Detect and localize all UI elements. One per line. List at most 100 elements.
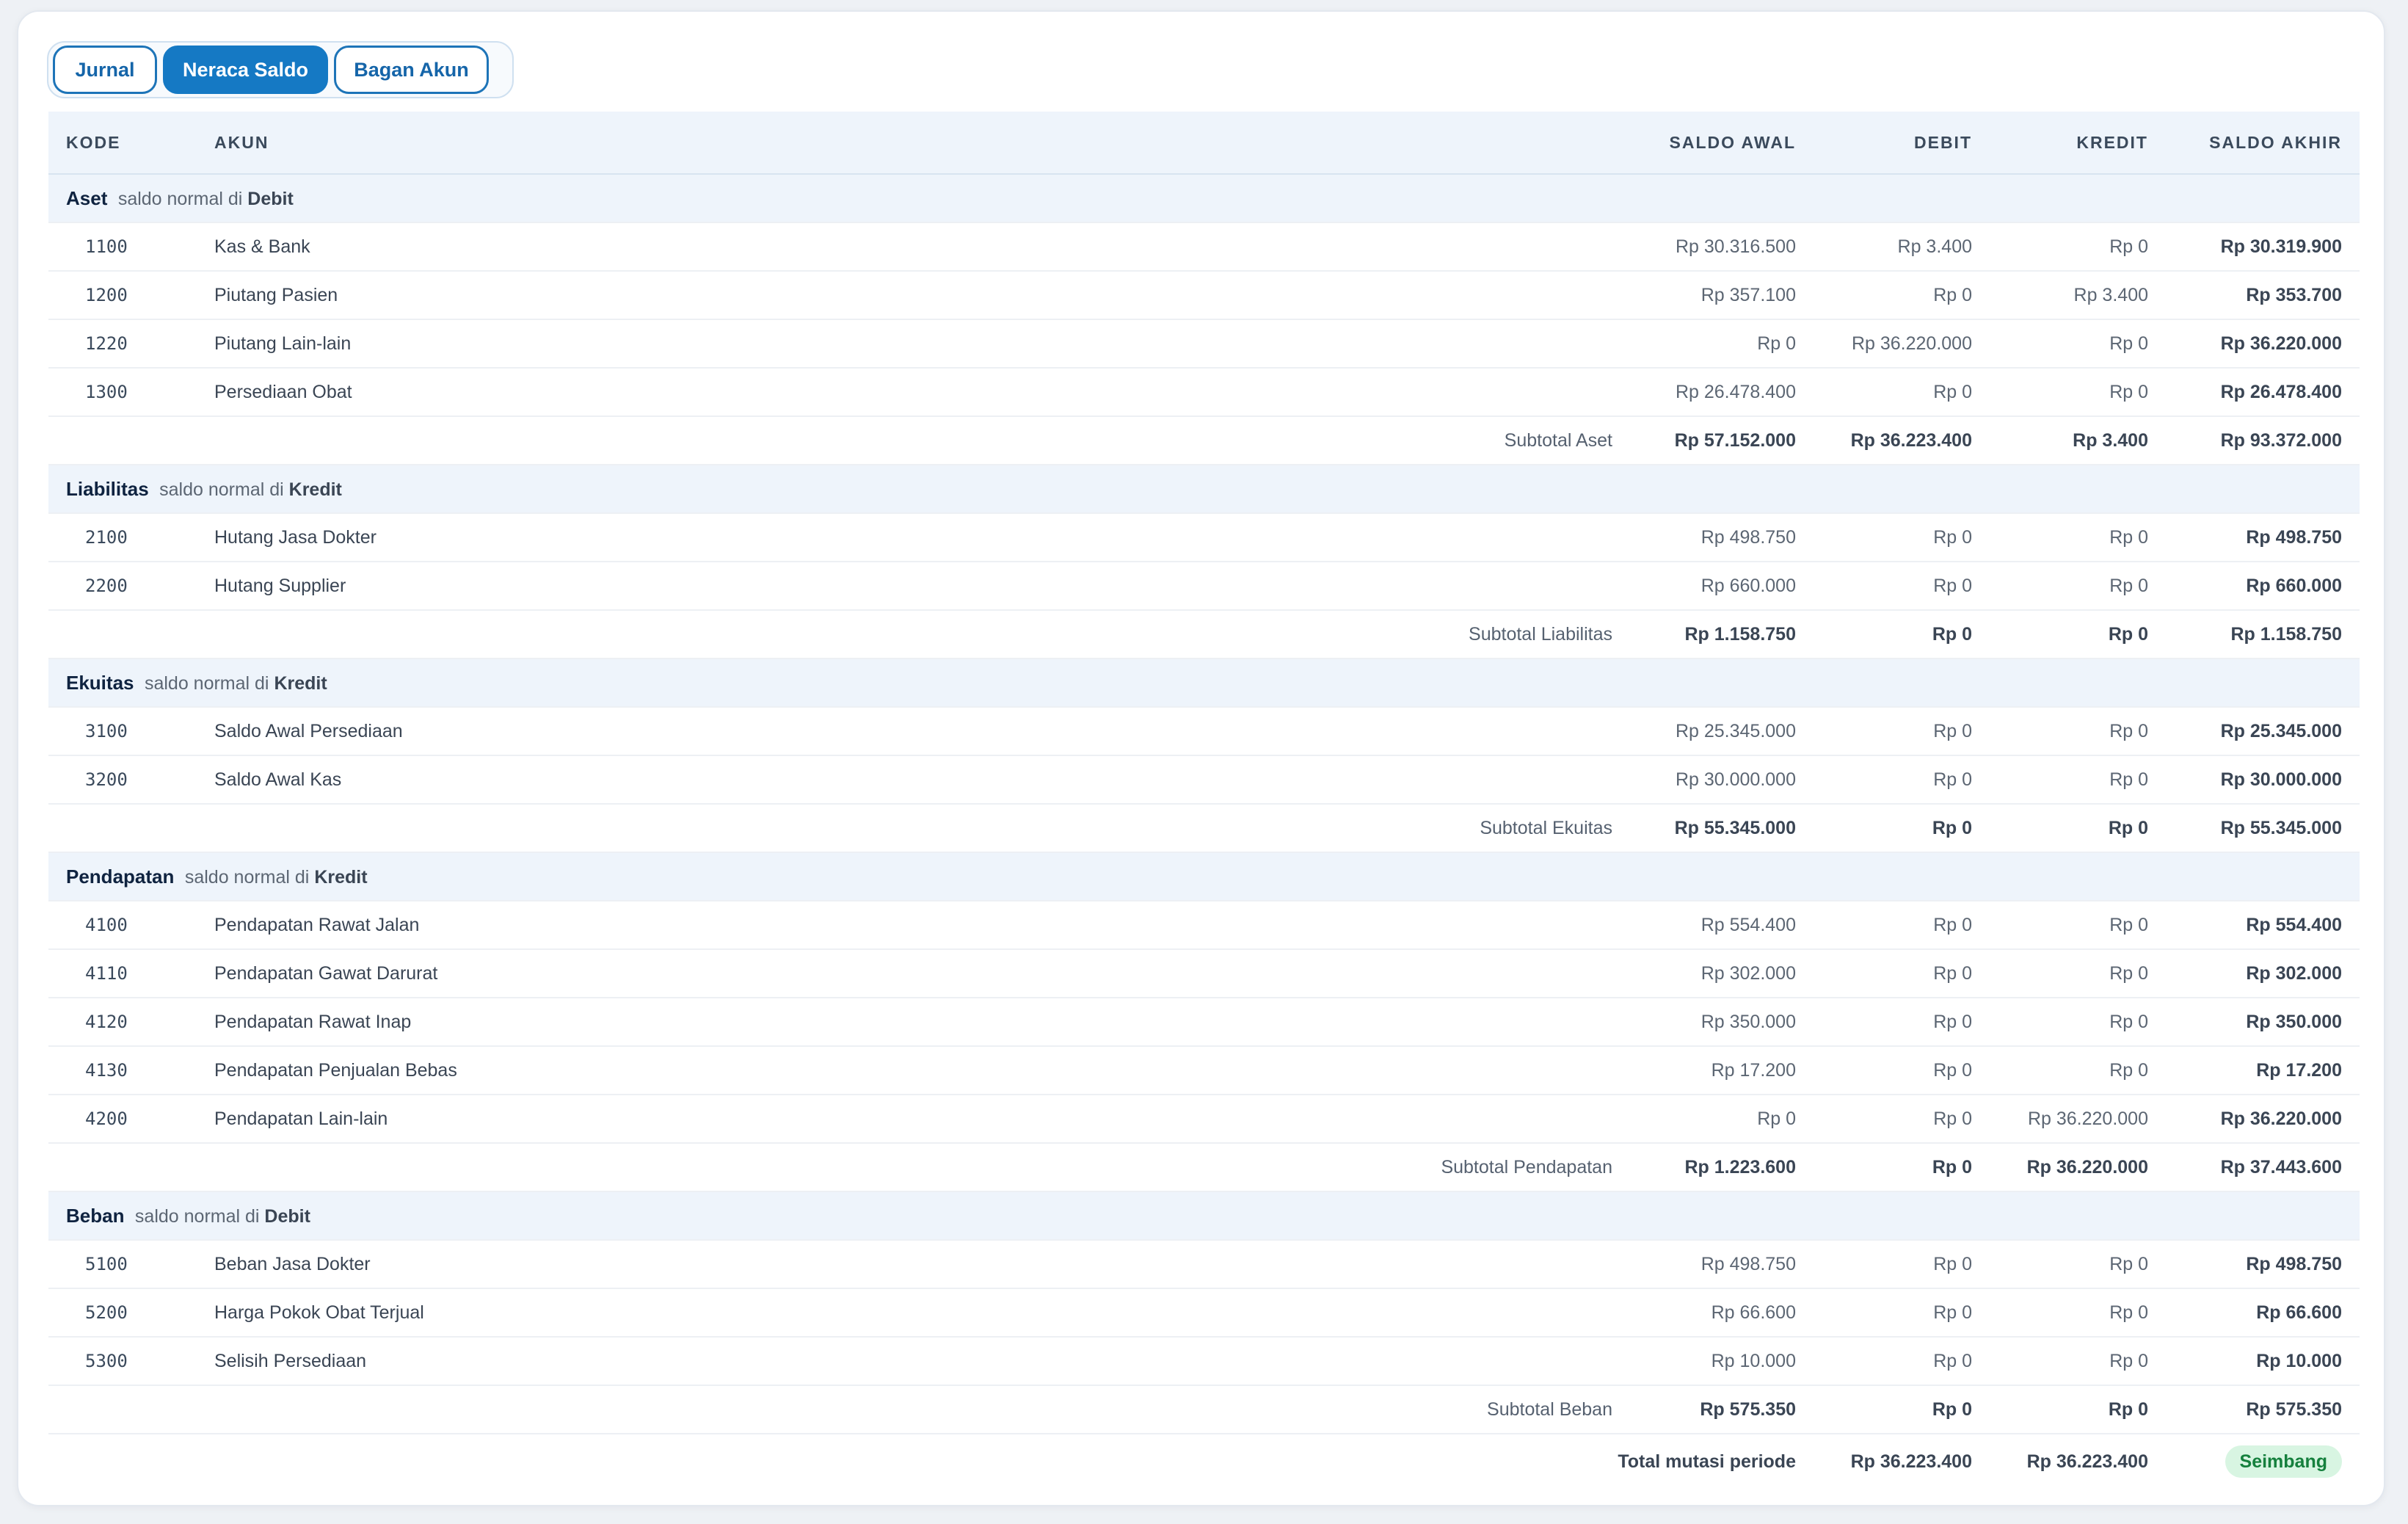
column-header-saldo-awal[interactable]: SALDO AWAL	[1670, 112, 1796, 173]
column-header-kredit[interactable]: KREDIT	[2076, 112, 2148, 173]
account-row[interactable]: 4200 Pendapatan Lain-lain Rp 0 Rp 0 Rp 36.22…	[48, 1095, 2360, 1144]
account-code: 4120	[85, 1012, 128, 1032]
account-row[interactable]: 4100 Pendapatan Rawat Jalan Rp 554.400 Rp 0…	[48, 901, 2360, 950]
kredit-cell: Rp 0	[2109, 576, 2148, 596]
group-name: Beban	[66, 1205, 125, 1227]
account-name: Saldo Awal Persediaan	[214, 721, 403, 741]
tab-neraca-saldo[interactable]: Neraca Saldo	[163, 46, 328, 94]
group-normal-note: saldo normal di Kredit	[145, 673, 327, 694]
account-name: Saldo Awal Kas	[214, 769, 342, 790]
kredit-cell: Rp 0	[2109, 1302, 2148, 1323]
normal-side: Debit	[264, 1206, 310, 1227]
group-header-row: Aset saldo normal di Debit	[48, 175, 2360, 223]
saldo-akhir-cell: Rp 350.000	[2246, 1012, 2342, 1032]
debit-cell: Rp 0	[1933, 1254, 1972, 1274]
saldo-akhir-cell: Rp 25.345.000	[2220, 721, 2342, 741]
saldo-akhir-cell: Rp 353.700	[2246, 285, 2342, 305]
table-body: Aset saldo normal di Debit 1100 Kas & Bank…	[48, 175, 2360, 1434]
total-label: Total mutasi periode	[1618, 1451, 1796, 1472]
group-normal-note: saldo normal di Kredit	[159, 479, 342, 500]
account-code: 4200	[85, 1108, 128, 1129]
debit-cell: Rp 0	[1933, 1060, 1972, 1081]
account-row[interactable]: 3100 Saldo Awal Persediaan Rp 25.345.000 Rp…	[48, 708, 2360, 756]
account-row[interactable]: 5300 Selisih Persediaan Rp 10.000 Rp 0 Rp 0 R…	[48, 1338, 2360, 1386]
kredit-cell: Rp 0	[2109, 1351, 2148, 1371]
kredit-cell: Rp 0	[2109, 236, 2148, 257]
subtotal-label: Subtotal Ekuitas	[1480, 818, 1612, 838]
account-name: Persediaan Obat	[214, 382, 352, 402]
debit-cell: Rp 3.400	[1897, 236, 1972, 257]
account-row[interactable]: 1100 Kas & Bank Rp 30.316.500 Rp 3.400 Rp 0 R…	[48, 223, 2360, 272]
account-name: Harga Pokok Obat Terjual	[214, 1302, 424, 1323]
account-name: Pendapatan Rawat Inap	[214, 1012, 412, 1032]
saldo-awal-cell: Rp 10.000	[1711, 1351, 1796, 1371]
group-name: Aset	[66, 187, 108, 209]
account-row[interactable]: 4130 Pendapatan Penjualan Bebas Rp 17.200 R…	[48, 1047, 2360, 1095]
kredit-cell: Rp 0	[2109, 915, 2148, 935]
group-name: Liabilitas	[66, 478, 149, 500]
account-code: 2200	[85, 576, 128, 596]
saldo-akhir-cell: Rp 30.000.000	[2220, 769, 2342, 790]
saldo-awal-cell: Rp 66.600	[1711, 1302, 1796, 1323]
tab-jurnal[interactable]: Jurnal	[53, 46, 157, 94]
account-row[interactable]: 4120 Pendapatan Rawat Inap Rp 350.000 Rp 0 R…	[48, 998, 2360, 1047]
account-row[interactable]: 1200 Piutang Pasien Rp 357.100 Rp 0 Rp 3.400…	[48, 272, 2360, 320]
saldo-akhir-cell: Rp 36.220.000	[2220, 333, 2342, 354]
kredit-cell: Rp 0	[2109, 527, 2148, 548]
subtotal-debit: Rp 0	[1932, 1399, 1972, 1420]
account-row[interactable]: 4110 Pendapatan Gawat Darurat Rp 302.000 Rp…	[48, 950, 2360, 998]
debit-cell: Rp 0	[1933, 1012, 1972, 1032]
account-row[interactable]: 2100 Hutang Jasa Dokter Rp 498.750 Rp 0 Rp 0…	[48, 514, 2360, 562]
group-header: Ekuitas saldo normal di Kredit	[66, 659, 327, 707]
subtotal-saldo-awal: Rp 55.345.000	[1674, 818, 1796, 838]
account-row[interactable]: 5100 Beban Jasa Dokter Rp 498.750 Rp 0 Rp 0 R…	[48, 1241, 2360, 1289]
saldo-awal-cell: Rp 17.200	[1711, 1060, 1796, 1081]
group-header-row: Ekuitas saldo normal di Kredit	[48, 659, 2360, 708]
kredit-cell: Rp 0	[2109, 1060, 2148, 1081]
debit-cell: Rp 0	[1933, 769, 1972, 790]
column-header-debit[interactable]: DEBIT	[1914, 112, 1972, 173]
subtotal-saldo-akhir: Rp 55.345.000	[2220, 818, 2342, 838]
account-name: Piutang Pasien	[214, 285, 338, 305]
kredit-cell: Rp 0	[2109, 1254, 2148, 1274]
kredit-cell: Rp 0	[2109, 382, 2148, 402]
normal-prefix: saldo normal di	[159, 479, 284, 500]
subtotal-row: Subtotal Liabilitas Rp 1.158.750 Rp 0 Rp 0 R…	[48, 611, 2360, 659]
normal-prefix: saldo normal di	[144, 673, 269, 694]
saldo-awal-cell: Rp 660.000	[1700, 576, 1796, 596]
total-kredit: Rp 36.223.400	[2026, 1451, 2148, 1472]
kredit-cell: Rp 3.400	[2073, 285, 2148, 305]
tab-bagan-akun[interactable]: Bagan Akun	[334, 46, 489, 94]
saldo-awal-cell: Rp 302.000	[1700, 963, 1796, 984]
account-code: 2100	[85, 527, 128, 548]
normal-prefix: saldo normal di	[184, 867, 310, 888]
normal-prefix: saldo normal di	[117, 189, 243, 209]
saldo-awal-cell: Rp 350.000	[1700, 1012, 1796, 1032]
debit-cell: Rp 0	[1933, 721, 1972, 741]
subtotal-saldo-awal: Rp 1.223.600	[1684, 1157, 1797, 1178]
saldo-akhir-cell: Rp 17.200	[2256, 1060, 2342, 1081]
column-header-akun[interactable]: AKUN	[214, 112, 269, 173]
account-name: Pendapatan Rawat Jalan	[214, 915, 420, 935]
account-row[interactable]: 5200 Harga Pokok Obat Terjual Rp 66.600 Rp …	[48, 1289, 2360, 1338]
normal-prefix: saldo normal di	[134, 1206, 260, 1227]
account-row[interactable]: 1220 Piutang Lain-lain Rp 0 Rp 36.220.000 Rp…	[48, 320, 2360, 369]
subtotal-row: Subtotal Aset Rp 57.152.000 Rp 36.223.400 R…	[48, 417, 2360, 465]
debit-cell: Rp 0	[1933, 382, 1972, 402]
saldo-awal-cell: Rp 554.400	[1700, 915, 1796, 935]
account-row[interactable]: 2200 Hutang Supplier Rp 660.000 Rp 0 Rp 0 Rp …	[48, 562, 2360, 611]
column-header-kode[interactable]: KODE	[66, 112, 120, 173]
account-row[interactable]: 3200 Saldo Awal Kas Rp 30.000.000 Rp 0 Rp 0 R…	[48, 756, 2360, 805]
account-code: 3200	[85, 769, 128, 790]
subtotal-kredit: Rp 36.220.000	[2026, 1157, 2148, 1178]
saldo-akhir-cell: Rp 26.478.400	[2220, 382, 2342, 402]
subtotal-saldo-akhir: Rp 37.443.600	[2220, 1157, 2342, 1178]
column-header-saldo-akhir[interactable]: SALDO AKHIR	[2209, 112, 2342, 173]
account-name: Beban Jasa Dokter	[214, 1254, 371, 1274]
account-row[interactable]: 1300 Persediaan Obat Rp 26.478.400 Rp 0 Rp 0…	[48, 369, 2360, 417]
account-name: Pendapatan Gawat Darurat	[214, 963, 438, 984]
group-header: Aset saldo normal di Debit	[66, 175, 294, 222]
kredit-cell: Rp 0	[2109, 769, 2148, 790]
balance-status-badge: Seimbang	[2225, 1445, 2342, 1478]
group-header-row: Pendapatan saldo normal di Kredit	[48, 853, 2360, 901]
